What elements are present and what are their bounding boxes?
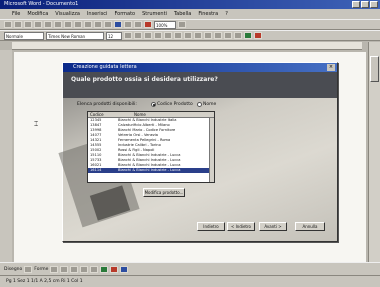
status-bar: Pg 1 Sez 1 1/1 A 2,5 cm Ri 1 Col 1 (0, 275, 380, 287)
cut-icon[interactable] (64, 21, 72, 28)
product-list[interactable]: Codice Nome 12345 Bianchi & Bianchi Indus… (87, 111, 215, 183)
text-cursor-icon: ⌶ (34, 120, 39, 128)
dialog-title-bar: Creazione guidata lettera × (63, 63, 337, 72)
textbox-icon[interactable] (90, 265, 99, 273)
radio-nome[interactable]: Nome (197, 102, 216, 107)
wizard-dialog: Creazione guidata lettera × Quale prodot… (58, 62, 338, 242)
menu-file[interactable]: File (12, 11, 20, 17)
justify-icon[interactable] (184, 32, 192, 39)
increase-indent-icon[interactable] (224, 32, 232, 39)
font-select[interactable]: Times New Roman (46, 31, 104, 40)
italic-icon[interactable] (134, 32, 142, 39)
new-document-icon[interactable] (4, 21, 12, 28)
align-left-icon[interactable] (154, 32, 162, 39)
radio-codice[interactable]: Codice Prodotto (151, 102, 193, 107)
menu-inserisci[interactable]: Inserisci (87, 11, 108, 17)
radio-unselected-icon[interactable] (197, 102, 202, 107)
dialog-question: Quale prodotto ossia si desidera utilizz… (71, 76, 218, 83)
bullets-icon[interactable] (204, 32, 212, 39)
redo-icon[interactable] (104, 21, 112, 28)
draw-menu[interactable]: Disegno (4, 267, 22, 272)
close-icon[interactable] (370, 1, 378, 8)
menu-finestra[interactable]: Finestra (198, 11, 218, 17)
print-icon[interactable] (34, 21, 42, 28)
horizontal-ruler (12, 42, 362, 50)
menu-help[interactable]: ? (225, 11, 228, 17)
column-header-name[interactable]: Nome (116, 112, 214, 117)
minimize-icon[interactable] (352, 1, 360, 8)
menu-tabella[interactable]: Tabella (174, 11, 191, 17)
maximize-icon[interactable] (361, 1, 369, 8)
table-icon[interactable] (124, 21, 132, 28)
dialog-body: Elenca prodotti disponibili: Codice Prod… (58, 98, 337, 241)
save-icon[interactable] (24, 21, 32, 28)
window-title-bar: Microsoft Word - Documento1 (0, 0, 380, 9)
menu-strumenti[interactable]: Strumenti (142, 11, 167, 17)
line-color-icon[interactable] (110, 265, 119, 273)
vertical-ruler (0, 50, 12, 262)
align-right-icon[interactable] (174, 32, 182, 39)
dialog-title: Creazione guidata lettera (73, 64, 137, 70)
drawing-icon[interactable] (144, 21, 152, 28)
open-icon[interactable] (14, 21, 22, 28)
drawing-toolbar: Disegno Forme (0, 262, 380, 275)
standard-toolbar: 100% (0, 19, 380, 30)
vertical-scrollbar[interactable] (368, 42, 380, 262)
menu-formato[interactable]: Formato (114, 11, 135, 17)
shadow-icon[interactable] (120, 265, 129, 273)
menu-visualizza[interactable]: Visualizza (55, 11, 80, 17)
fill-color-icon[interactable] (100, 265, 109, 273)
autoshapes-menu[interactable]: Forme (34, 267, 48, 272)
font-size-select[interactable]: 12 (106, 31, 122, 40)
menu-modifica[interactable]: Modifica (27, 11, 48, 17)
zoom-select[interactable]: 100% (154, 20, 176, 29)
cancel-button[interactable]: Annulla (295, 222, 325, 231)
back-button[interactable]: Indietro (197, 222, 225, 231)
align-center-icon[interactable] (164, 32, 172, 39)
arrow-icon[interactable] (60, 265, 69, 273)
previous-button[interactable]: < Indietro (227, 222, 255, 231)
bold-icon[interactable] (124, 32, 132, 39)
menu-bar: File Modifica Visualizza Inserisci Forma… (0, 9, 380, 19)
column-header-code[interactable]: Codice (88, 112, 116, 117)
scroll-thumb[interactable] (370, 56, 379, 82)
spelling-icon[interactable] (54, 21, 62, 28)
window-title: Microsoft Word - Documento1 (4, 1, 79, 7)
decrease-indent-icon[interactable] (214, 32, 222, 39)
dialog-close-icon[interactable]: × (327, 64, 335, 71)
select-objects-icon[interactable] (24, 265, 33, 273)
columns-icon[interactable] (134, 21, 142, 28)
list-scrollbar[interactable] (209, 118, 214, 182)
oval-icon[interactable] (80, 265, 89, 273)
line-icon[interactable] (50, 265, 59, 273)
numbering-icon[interactable] (194, 32, 202, 39)
paste-icon[interactable] (84, 21, 92, 28)
underline-icon[interactable] (144, 32, 152, 39)
border-icon[interactable] (234, 32, 242, 39)
copy-icon[interactable] (74, 21, 82, 28)
window-controls (352, 1, 378, 8)
radio-selected-icon[interactable] (151, 102, 156, 107)
help-icon[interactable] (178, 21, 186, 28)
font-color-icon[interactable] (254, 32, 262, 39)
dialog-header: Quale prodotto ossia si desidera utilizz… (63, 72, 337, 98)
modify-product-button[interactable]: Modifica prodotto... (143, 188, 185, 197)
rectangle-icon[interactable] (70, 265, 79, 273)
style-select[interactable]: Normale (4, 31, 44, 40)
formatting-toolbar: Normale Times New Roman 12 (0, 30, 380, 41)
product-name: Bianchi & Bianchi Industrie - Lucca (118, 168, 181, 172)
next-button[interactable]: Avanti > (259, 222, 287, 231)
highlight-icon[interactable] (244, 32, 252, 39)
hyperlink-icon[interactable] (114, 21, 122, 28)
list-filter-label: Elenca prodotti disponibili: (77, 102, 137, 107)
product-code: 16114 (90, 168, 102, 172)
list-item[interactable]: 16114 Bianchi & Bianchi Industrie - Lucca (88, 168, 214, 173)
product-list-rows: 12345 Bianchi & Bianchi Industrie Italia 1… (88, 118, 214, 173)
preview-icon[interactable] (44, 21, 52, 28)
undo-icon[interactable] (94, 21, 102, 28)
